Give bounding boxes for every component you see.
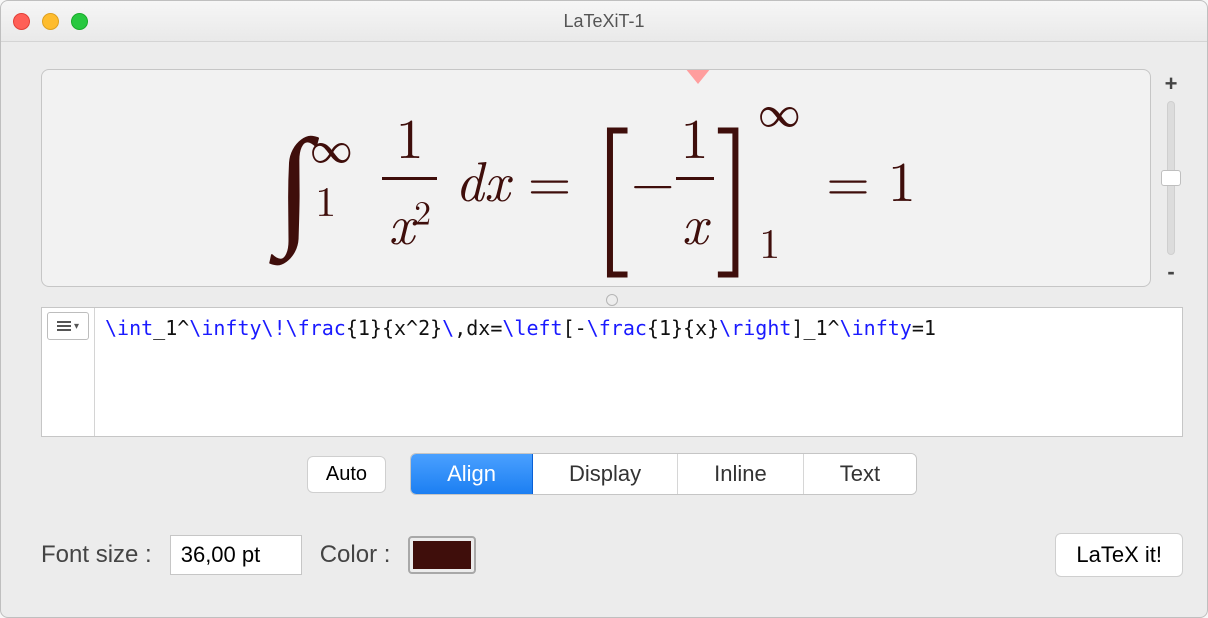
footer-controls: Font size : Color : LaTeX it! <box>41 533 1183 577</box>
splitter-grip-icon[interactable] <box>606 294 618 306</box>
fontsize-label: Font size : <box>41 541 152 569</box>
zoom-slider[interactable]: + - <box>1159 69 1183 287</box>
mode-tab-inline[interactable]: Inline <box>678 454 804 494</box>
zoom-in-icon[interactable]: + <box>1165 71 1178 97</box>
integral-icon: ∫ <box>276 82 312 269</box>
bracket-upper: ∞ <box>758 80 800 139</box>
mode-segmented-control: AlignDisplayInlineText <box>410 453 917 495</box>
mode-tab-text[interactable]: Text <box>804 454 916 494</box>
integral-lower: 1 <box>315 170 336 229</box>
mode-tab-align[interactable]: Align <box>411 454 533 494</box>
titlebar: LaTeXiT-1 <box>1 1 1207 42</box>
equals-2: = <box>826 139 870 218</box>
zoom-out-icon[interactable]: - <box>1167 259 1174 285</box>
window: LaTeXiT-1 ∫ ∞ 1 1 x2 <box>0 0 1208 618</box>
bracket-lower: 1 <box>759 212 780 271</box>
left-bracket-icon: [ <box>589 118 631 238</box>
result-value: 1 <box>888 139 916 218</box>
bracket-group: [ − 1 x ] ∞ 1 <box>589 96 756 261</box>
zoom-thumb[interactable] <box>1161 170 1181 186</box>
right-bracket-icon: ] <box>715 118 757 238</box>
minimize-icon[interactable] <box>42 13 59 30</box>
hamburger-icon <box>57 319 71 333</box>
minus-sign: − <box>631 139 675 218</box>
editor-gutter: ▾ <box>42 308 95 436</box>
dx-label: dx <box>455 139 510 218</box>
equals-1: = <box>528 139 572 218</box>
color-swatch-preview <box>413 541 471 569</box>
fraction-2-den: x <box>676 177 714 261</box>
pane-splitter[interactable] <box>41 287 1183 307</box>
baseline-marker-icon <box>685 69 711 86</box>
chevron-down-icon: ▾ <box>74 321 79 332</box>
latex-it-button[interactable]: LaTeX it! <box>1055 533 1183 577</box>
window-controls <box>13 13 88 30</box>
zoom-icon[interactable] <box>71 13 88 30</box>
color-swatch-button[interactable] <box>408 536 476 574</box>
auto-button[interactable]: Auto <box>307 456 386 493</box>
fraction-1-num: 1 <box>390 96 430 177</box>
fraction-2: 1 x <box>675 96 715 261</box>
mode-row: Auto AlignDisplayInlineText <box>41 453 1183 495</box>
window-title: LaTeXiT-1 <box>1 11 1207 32</box>
zoom-track[interactable] <box>1167 101 1175 255</box>
mode-tab-display[interactable]: Display <box>533 454 678 494</box>
fraction-1: 1 x2 <box>382 96 437 261</box>
fraction-2-num: 1 <box>675 96 715 177</box>
snippets-menu-button[interactable]: ▾ <box>47 312 89 340</box>
render-preview[interactable]: ∫ ∞ 1 1 x2 dx = [ − <box>41 69 1151 287</box>
rendered-formula: ∫ ∞ 1 1 x2 dx = [ − <box>276 96 916 261</box>
source-editor: ▾ \int_1^\infty\!\frac{1}{x^2}\,dx=\left… <box>41 307 1183 437</box>
fontsize-input[interactable] <box>170 535 302 575</box>
fraction-1-den: x2 <box>382 177 437 261</box>
close-icon[interactable] <box>13 13 30 30</box>
color-label: Color : <box>320 541 391 569</box>
content-area: ∫ ∞ 1 1 x2 dx = [ − <box>1 41 1207 617</box>
latex-source-input[interactable]: \int_1^\infty\!\frac{1}{x^2}\,dx=\left[-… <box>95 308 1182 436</box>
integral-upper: ∞ <box>310 116 352 175</box>
